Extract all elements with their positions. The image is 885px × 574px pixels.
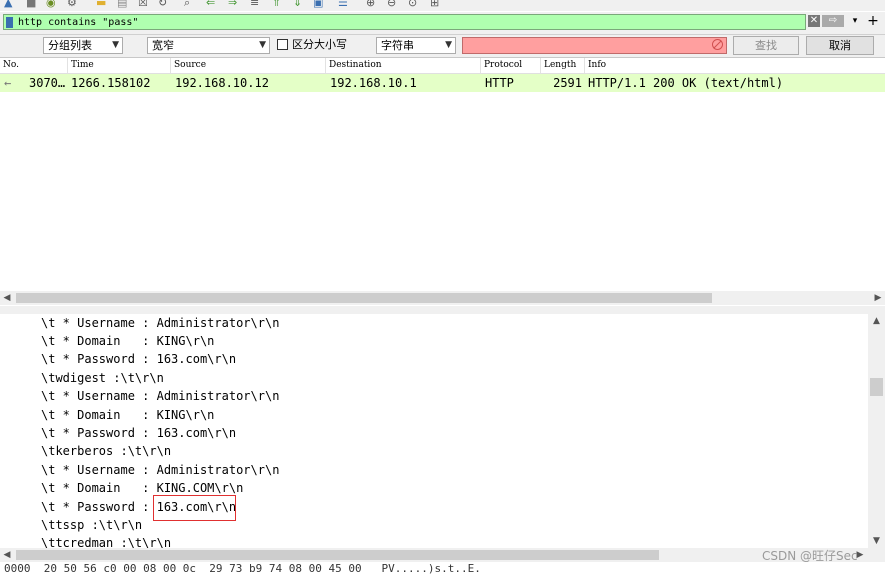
packet-list-hscroll-thumb[interactable] <box>16 293 712 303</box>
char-width-value: 宽窄 <box>152 39 174 52</box>
detail-line[interactable]: \t * Domain : KING\r\n <box>41 406 214 424</box>
scroll-left-icon[interactable]: ◀ <box>0 291 14 305</box>
start-capture-icon[interactable]: ▲ <box>4 0 12 8</box>
normal-size-icon[interactable]: ⊙ <box>408 0 417 8</box>
clear-filter-icon[interactable]: ✕ <box>808 15 820 27</box>
detail-hscrollbar[interactable]: ◀ ▶ <box>0 548 885 562</box>
display-filter-input[interactable]: http contains "pass" <box>3 14 806 30</box>
chevron-down-icon: ▼ <box>259 40 266 50</box>
packet-row[interactable]: ← 3070… 1266.158102 192.168.10.12 192.16… <box>0 74 885 92</box>
packet-destination: 192.168.10.1 <box>330 76 417 90</box>
scroll-down-icon[interactable]: ▼ <box>868 534 885 548</box>
find-button[interactable]: 查找 <box>733 36 799 55</box>
watermark: CSDN @旺仔Sec <box>762 549 858 563</box>
case-sensitive-label: 区分大小写 <box>292 38 347 51</box>
add-filter-button-icon[interactable]: + <box>865 13 881 29</box>
go-back-icon[interactable]: ⇐ <box>206 0 215 8</box>
stop-capture-icon[interactable]: ■ <box>26 0 36 8</box>
chevron-down-icon: ▼ <box>445 40 452 50</box>
search-in-select[interactable]: 分组列表 ▼ <box>43 37 123 54</box>
cancel-button[interactable]: 取消 <box>806 36 874 55</box>
close-file-icon[interactable]: ☒ <box>138 0 148 8</box>
invalid-input-icon <box>712 39 723 50</box>
packet-source: 192.168.10.12 <box>175 76 269 90</box>
detail-hscroll-thumb[interactable] <box>16 550 659 560</box>
detail-line[interactable]: \ttssp :\t\r\n <box>41 516 142 534</box>
packet-no: 3070… <box>29 76 66 90</box>
column-header-length[interactable]: Length <box>541 58 585 73</box>
column-header-no[interactable]: No. <box>0 58 68 73</box>
go-to-packet-icon[interactable]: ≡ <box>250 0 259 8</box>
save-file-icon[interactable]: ▤ <box>117 0 127 8</box>
column-header-info[interactable]: Info <box>585 58 885 73</box>
detail-line[interactable]: \t * Password : 163.com\r\n <box>41 350 236 368</box>
restart-capture-icon[interactable]: ◉ <box>46 0 56 8</box>
go-forward-icon[interactable]: ⇒ <box>228 0 237 8</box>
resize-columns-icon[interactable]: ⊞ <box>430 0 439 8</box>
zoom-in-icon[interactable]: ⊕ <box>366 0 375 8</box>
detail-line[interactable]: \t * Username : Administrator\r\n <box>41 461 279 479</box>
find-search-input[interactable] <box>462 37 727 54</box>
detail-line[interactable]: \t * Username : Administrator\r\n <box>41 314 279 332</box>
column-header-protocol[interactable]: Protocol <box>481 58 541 73</box>
char-width-select[interactable]: 宽窄 ▼ <box>147 37 270 54</box>
related-packet-arrow-icon: ← <box>4 76 12 90</box>
open-file-icon[interactable]: ▬ <box>96 0 106 8</box>
zoom-out-icon[interactable]: ⊖ <box>387 0 396 8</box>
password-highlight-box <box>153 495 236 521</box>
search-type-select[interactable]: 字符串 ▼ <box>376 37 456 54</box>
filter-bookmark-icon[interactable] <box>6 17 13 28</box>
detail-line[interactable]: \ttcredman :\t\r\n <box>41 534 171 548</box>
display-filter-bar: http contains "pass" ✕ ⇨ ▾ + <box>0 12 885 35</box>
recent-filters-chevron-icon[interactable]: ▾ <box>848 14 862 28</box>
search-in-value: 分组列表 <box>48 39 92 52</box>
apply-filter-icon[interactable]: ⇨ <box>822 15 844 27</box>
autoscroll-icon[interactable]: ▣ <box>313 0 323 8</box>
detail-line[interactable]: \t * Password : 163.com\r\n <box>41 424 236 442</box>
detail-line[interactable]: \tkerberos :\t\r\n <box>41 442 171 460</box>
detail-line[interactable]: \t * Username : Administrator\r\n <box>41 387 279 405</box>
scroll-right-icon[interactable]: ▶ <box>871 291 885 305</box>
scroll-left-icon[interactable]: ◀ <box>0 548 14 562</box>
detail-vscrollbar[interactable]: ▲ ▼ <box>868 314 885 548</box>
chevron-down-icon: ▼ <box>112 40 119 50</box>
reload-icon[interactable]: ↻ <box>158 0 167 8</box>
detail-line[interactable]: \twdigest :\t\r\n <box>41 369 164 387</box>
colorize-icon[interactable]: ☰ <box>338 0 348 8</box>
packet-time: 1266.158102 <box>71 76 151 90</box>
search-type-value: 字符串 <box>381 39 414 52</box>
packet-list-hscrollbar[interactable]: ◀ ▶ <box>0 291 885 305</box>
column-header-source[interactable]: Source <box>171 58 326 73</box>
find-packet-bar: 分组列表 ▼ 宽窄 ▼ 区分大小写 字符串 ▼ 查找 取消 <box>0 35 885 58</box>
detail-line[interactable]: \t * Domain : KING\r\n <box>41 332 214 350</box>
packet-list-header: No. Time Source Destination Protocol Len… <box>0 58 885 74</box>
packet-length: 2591 <box>553 76 582 90</box>
case-sensitive-checkbox[interactable] <box>277 39 288 50</box>
find-packet-icon[interactable]: ⌕ <box>184 0 190 8</box>
last-packet-icon[interactable]: ⇓ <box>293 0 302 8</box>
main-toolbar: ▲ ■ ◉ ⚙ ▬ ▤ ☒ ↻ ⌕ ⇐ ⇒ ≡ ⇑ ⇓ ▣ ☰ ⊕ ⊖ ⊙ ⊞ <box>0 0 885 11</box>
packet-protocol: HTTP <box>485 76 514 90</box>
first-packet-icon[interactable]: ⇑ <box>272 0 281 8</box>
pane-splitter[interactable] <box>0 306 885 314</box>
column-header-destination[interactable]: Destination <box>326 58 481 73</box>
scroll-up-icon[interactable]: ▲ <box>868 314 885 328</box>
capture-options-icon[interactable]: ⚙ <box>67 0 77 8</box>
packet-detail-pane[interactable]: \t * Username : Administrator\r\n \t * D… <box>0 314 868 548</box>
column-header-time[interactable]: Time <box>68 58 171 73</box>
display-filter-text: http contains "pass" <box>18 17 139 28</box>
packet-info: HTTP/1.1 200 OK (text/html) <box>588 76 784 90</box>
detail-vscroll-thumb[interactable] <box>870 378 883 396</box>
packet-bytes-pane[interactable]: 0000 20 50 56 c0 00 08 00 0c 29 73 b9 74… <box>0 563 885 574</box>
